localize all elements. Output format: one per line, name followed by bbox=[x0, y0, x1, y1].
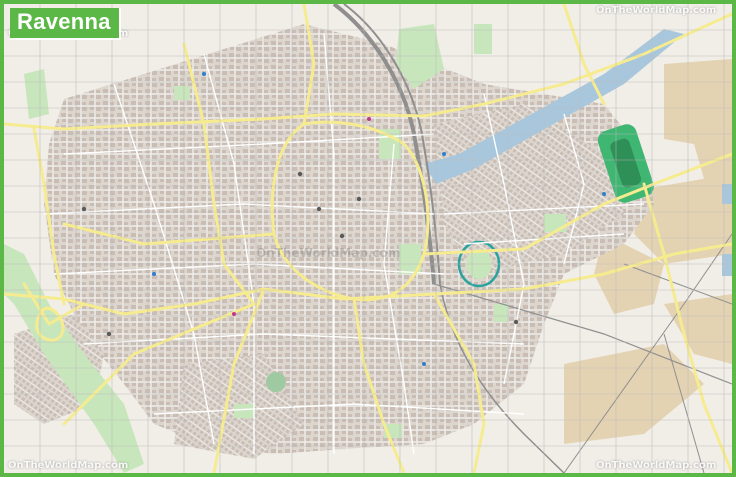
poi-icon bbox=[367, 117, 371, 121]
poi-icon bbox=[81, 206, 87, 212]
poi-icon bbox=[602, 192, 606, 196]
watermark-center: OnTheWorldMap.com bbox=[256, 246, 401, 260]
map-title: Ravenna bbox=[17, 9, 111, 34]
watermark-bottom-left: OnTheWorldMap.com bbox=[8, 460, 129, 471]
poi-icon bbox=[106, 331, 112, 337]
poi-icon bbox=[339, 233, 345, 239]
map-title-box: Ravenna bbox=[10, 8, 121, 40]
watermark-bottom-right: OnTheWorldMap.com bbox=[596, 460, 717, 471]
poi-icon bbox=[442, 152, 446, 156]
poi-icon bbox=[422, 362, 426, 366]
poi-icon bbox=[232, 312, 236, 316]
poi-icon bbox=[152, 272, 156, 276]
poi-icon bbox=[316, 206, 322, 212]
poi-icon bbox=[356, 196, 362, 202]
poi-icon bbox=[202, 72, 206, 76]
map-frame: OnTheWorldMap.com OnTheWorldMap.com OnTh… bbox=[0, 0, 736, 477]
poi-icon bbox=[297, 171, 303, 177]
watermark-top-right: OnTheWorldMap.com bbox=[596, 5, 717, 16]
poi-icon bbox=[513, 319, 519, 325]
map-canvas[interactable] bbox=[4, 4, 732, 473]
